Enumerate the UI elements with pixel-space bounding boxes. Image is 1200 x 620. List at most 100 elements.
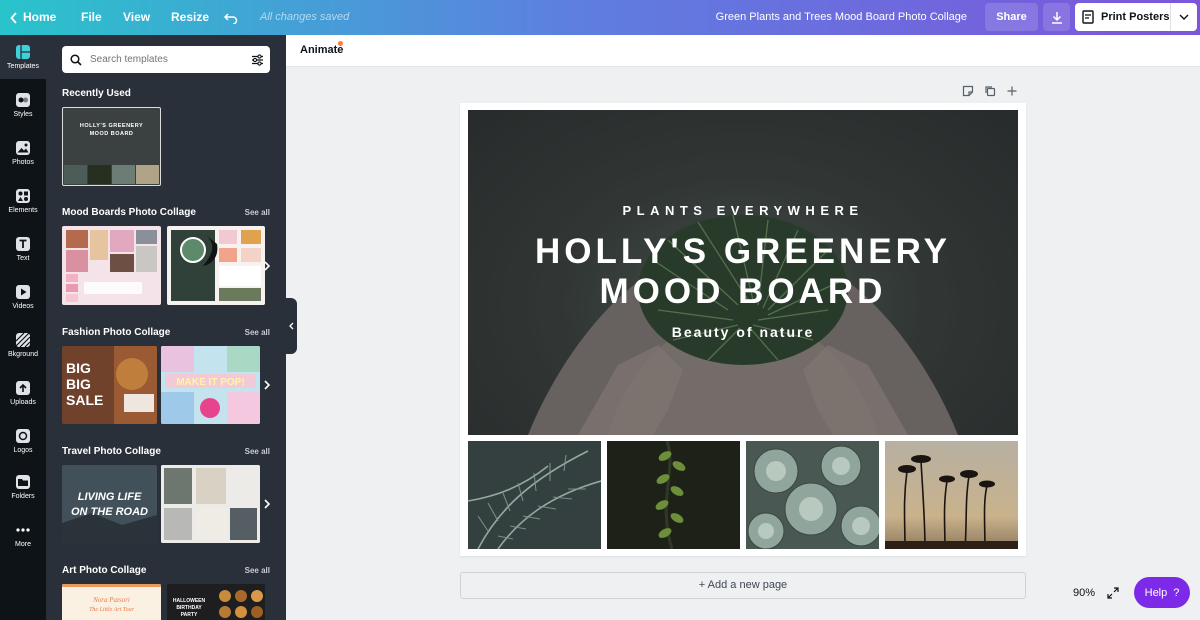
template-thumb[interactable] — [161, 465, 260, 543]
rail-label: Text — [16, 255, 30, 262]
view-menu[interactable]: View — [123, 0, 150, 35]
chevron-left-icon — [289, 322, 294, 330]
template-thumb[interactable]: MAKE IT POP! — [161, 346, 260, 424]
add-page-icon[interactable] — [1006, 84, 1018, 102]
rail-item-uploads[interactable]: Uploads — [0, 371, 46, 415]
chevron-down-icon — [1179, 14, 1189, 20]
top-bar: Home File View Resize All changes saved … — [0, 0, 1200, 35]
hero-title[interactable]: HOLLY'S GREENERY MOOD BOARD — [468, 232, 1018, 312]
file-menu[interactable]: File — [81, 0, 102, 35]
palm-trees-photo[interactable] — [885, 441, 1018, 549]
scroll-right-arrow[interactable] — [260, 259, 274, 273]
see-all-travel[interactable]: See all — [245, 447, 270, 456]
search-input[interactable] — [90, 54, 244, 65]
rail-item-more[interactable]: More — [0, 513, 46, 557]
svg-text:ON THE ROAD: ON THE ROAD — [71, 506, 148, 518]
section-title-fashion: Fashion Photo Collage — [62, 327, 171, 338]
chevron-right-icon — [264, 499, 270, 509]
template-thumb[interactable] — [167, 226, 265, 305]
recent-template-thumb[interactable]: HOLLY'S GREENERY MOOD BOARD — [62, 107, 161, 186]
print-posters-label: Print Posters — [1101, 11, 1170, 23]
add-new-page-button[interactable]: + Add a new page — [460, 572, 1026, 599]
fullscreen-icon[interactable] — [1105, 585, 1121, 601]
note-icon[interactable] — [962, 84, 974, 102]
animate-button[interactable]: Animate — [300, 44, 343, 56]
template-thumb[interactable]: LIVING LIFE ON THE ROAD — [62, 465, 157, 543]
save-status: All changes saved — [260, 11, 350, 23]
rail-label: Logos — [13, 447, 33, 454]
help-button[interactable]: Help ? — [1134, 577, 1190, 608]
search-icon — [62, 53, 90, 66]
rail-item-templates[interactable]: Templates — [0, 35, 46, 79]
svg-text:Nora Patsori: Nora Patsori — [92, 596, 130, 604]
rail-label: Elements — [8, 207, 38, 214]
search-box[interactable] — [62, 46, 270, 73]
duplicate-page-icon[interactable] — [984, 84, 996, 102]
rail-item-background[interactable]: Bkground — [0, 323, 46, 367]
print-posters-button[interactable]: Print Posters — [1075, 3, 1197, 31]
design-page[interactable]: PLANTS EVERYWHERE HOLLY'S GREENERY MOOD … — [460, 103, 1026, 556]
chevron-right-icon — [264, 261, 270, 271]
editor-toolbar: Animate — [286, 35, 1200, 67]
more-icon — [15, 522, 31, 538]
templates-icon — [15, 44, 31, 60]
hero-subtitle[interactable]: PLANTS EVERYWHERE — [468, 203, 1018, 218]
printer-icon — [1075, 10, 1101, 24]
share-button[interactable]: Share — [985, 3, 1038, 31]
chevron-left-icon — [10, 11, 17, 24]
rail-item-styles[interactable]: Styles — [0, 83, 46, 127]
chevron-right-icon — [264, 380, 270, 390]
recently-used-title: Recently Used — [62, 88, 131, 99]
svg-text:SALE: SALE — [66, 392, 103, 408]
undo-button[interactable] — [224, 0, 242, 35]
svg-text:MAKE IT POP!: MAKE IT POP! — [176, 377, 244, 388]
template-thumb[interactable] — [62, 226, 161, 305]
download-button[interactable] — [1043, 3, 1070, 31]
fern-photo[interactable] — [468, 441, 601, 549]
rail-item-photos[interactable]: Photos — [0, 131, 46, 175]
rail-item-elements[interactable]: Elements — [0, 179, 46, 223]
template-thumb[interactable]: BIG BIG SALE — [62, 346, 157, 424]
text-icon — [15, 236, 31, 252]
zoom-level[interactable]: 90% — [1064, 581, 1104, 605]
notification-dot — [338, 41, 343, 46]
template-thumb[interactable]: HALLOWEEN BIRTHDAY PARTY — [167, 584, 265, 620]
help-label: Help — [1144, 586, 1168, 599]
photos-icon — [15, 140, 31, 156]
resize-menu[interactable]: Resize — [171, 0, 209, 35]
undo-icon — [224, 12, 238, 24]
templates-panel: Recently Used HOLLY'S GREENERY MOOD BOAR… — [46, 35, 286, 620]
thumb-title: HOLLY'S GREENERY MOOD BOARD — [79, 123, 144, 137]
uploads-icon — [15, 380, 31, 396]
succulent-photo[interactable] — [746, 441, 879, 549]
print-options-dropdown[interactable] — [1170, 3, 1197, 31]
rail-item-videos[interactable]: Videos — [0, 275, 46, 319]
side-rail: Templates Styles Photos Elements Text Vi… — [0, 35, 46, 620]
template-thumb[interactable]: Nora Patsori The Little Art Tour — [62, 584, 161, 620]
rail-label: More — [15, 541, 31, 548]
section-title-art: Art Photo Collage — [62, 565, 147, 576]
collapse-panel-handle[interactable] — [286, 298, 297, 354]
filter-icon[interactable] — [244, 53, 270, 66]
section-title-travel: Travel Photo Collage — [62, 446, 161, 457]
hero-tagline[interactable]: Beauty of nature — [468, 324, 1018, 340]
vine-photo[interactable] — [607, 441, 740, 549]
see-all-fashion[interactable]: See all — [245, 328, 270, 337]
scroll-right-arrow[interactable] — [260, 497, 274, 511]
svg-text:HALLOWEEN: HALLOWEEN — [173, 598, 206, 604]
see-all-mood-boards[interactable]: See all — [245, 208, 270, 217]
styles-icon — [15, 92, 31, 108]
see-all-art[interactable]: See all — [245, 566, 270, 575]
rail-label: Videos — [12, 303, 34, 310]
hero-photo[interactable]: PLANTS EVERYWHERE HOLLY'S GREENERY MOOD … — [468, 110, 1018, 435]
rail-label: Photos — [12, 159, 34, 166]
rail-item-folders[interactable]: Folders — [0, 465, 46, 509]
rail-item-text[interactable]: Text — [0, 227, 46, 271]
page-tools — [962, 84, 1018, 102]
rail-item-logos[interactable]: Logos — [0, 419, 46, 463]
scroll-right-arrow[interactable] — [260, 378, 274, 392]
elements-icon — [15, 188, 31, 204]
home-button[interactable]: Home — [10, 0, 56, 35]
document-title[interactable]: Green Plants and Trees Mood Board Photo … — [716, 0, 967, 35]
rail-label: Styles — [13, 111, 33, 118]
